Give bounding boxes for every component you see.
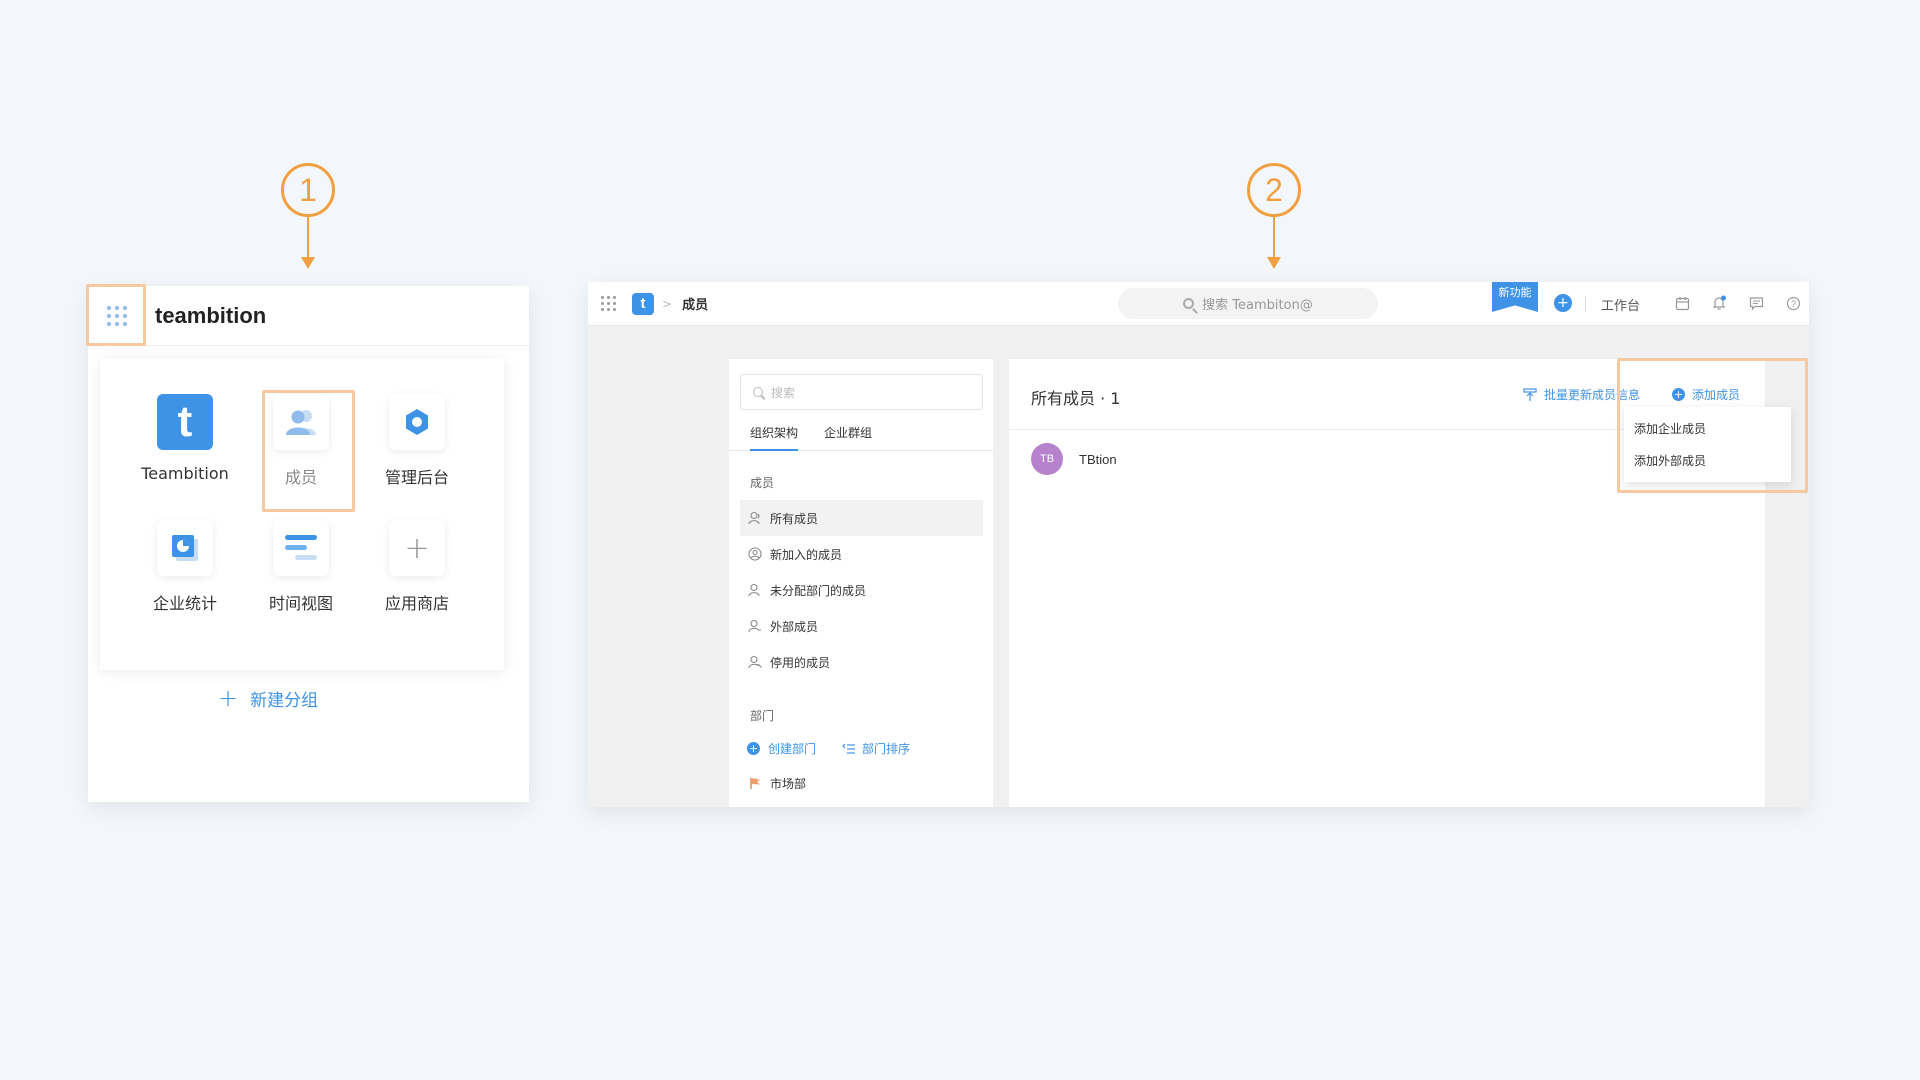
sidebar-item-all-members[interactable]: 所有成员 — [740, 500, 983, 536]
teambition-logo-icon[interactable]: t — [632, 292, 654, 315]
app-members[interactable]: 成员 — [243, 394, 359, 520]
grid-icon — [107, 305, 127, 326]
sidebar-item-external-members[interactable]: 外部成员 — [740, 608, 983, 644]
workbench-link[interactable]: 工作台 — [1601, 295, 1640, 314]
step-number-2: 2 — [1247, 163, 1301, 217]
sidebar-item-label: 新加入的成员 — [770, 547, 843, 562]
search-placeholder: 搜索 Teambiton@ — [1202, 298, 1313, 313]
sidebar-tabs: 组织架构 企业群组 — [729, 421, 993, 451]
page-title: 所有成员 · 1 — [1031, 389, 1121, 408]
upload-icon — [1523, 387, 1537, 401]
sidebar-item-label: 所有成员 — [770, 511, 819, 526]
section-members: 成员 — [750, 476, 775, 490]
app-store[interactable]: + 应用商店 — [359, 520, 475, 650]
sidebar-item-new-members[interactable]: 新加入的成员 — [740, 536, 983, 572]
batch-update-label: 批量更新成员信息 — [1544, 388, 1641, 402]
sidebar-item-disabled-members[interactable]: 停用的成员 — [740, 644, 983, 680]
svg-text:?: ? — [1790, 299, 1795, 309]
message-icon[interactable] — [1747, 294, 1765, 312]
app-grid-icon[interactable] — [601, 296, 616, 311]
person-icon — [748, 511, 760, 525]
sidebar-item-department[interactable]: 市场部 — [740, 765, 983, 801]
bell-icon[interactable] — [1710, 294, 1728, 312]
menu-item-add-enterprise-member[interactable]: 添加企业成员 — [1624, 413, 1791, 445]
department-actions: + 创建部门 部门排序 — [747, 740, 910, 757]
person-icon — [748, 583, 760, 597]
sidebar-item-label: 未分配部门的成员 — [770, 583, 867, 598]
sidebar-item-label: 停用的成员 — [770, 655, 831, 670]
new-member-icon — [748, 547, 762, 561]
timeline-icon — [273, 520, 329, 576]
statistics-icon — [157, 520, 213, 576]
sidebar-item-label: 市场部 — [770, 776, 807, 791]
app-teambition[interactable]: t Teambition — [127, 394, 243, 520]
flag-icon — [750, 778, 760, 789]
avatar: TB — [1031, 443, 1063, 475]
tab-org-structure[interactable]: 组织架构 — [750, 421, 799, 451]
plus-circle-icon: + — [747, 742, 760, 755]
app-grid-button[interactable] — [88, 286, 146, 346]
search-icon — [1183, 298, 1195, 309]
add-member-dropdown: 添加企业成员 添加外部成员 — [1624, 407, 1791, 482]
app-launcher-panel: teambition t Teambition 成员 管理后台 企业统计 时间视… — [88, 286, 529, 802]
admin-console-icon — [389, 394, 445, 450]
new-group-label: 新建分组 — [250, 690, 319, 711]
sidebar-item-unassigned-members[interactable]: 未分配部门的成员 — [740, 572, 983, 608]
new-feature-badge[interactable]: 新功能 — [1492, 282, 1538, 312]
global-search-input[interactable]: 搜索 Teambiton@ — [1118, 288, 1378, 319]
members-page-panel: t > 成员 搜索 Teambiton@ 新功能 + 工作台 ? 搜索 组织架构… — [588, 282, 1809, 807]
step-connector-2 — [1273, 217, 1275, 257]
sidebar-search-placeholder: 搜索 — [771, 385, 796, 400]
sidebar-search-input[interactable]: 搜索 — [740, 374, 983, 410]
teambition-logo-icon: t — [157, 394, 213, 450]
app-label: 成员 — [284, 468, 317, 487]
add-member-button[interactable]: + 添加成员 — [1672, 386, 1740, 403]
app-label: Teambition — [141, 464, 229, 483]
chevron-right-icon: > — [662, 296, 673, 311]
member-name: TBtion — [1079, 451, 1117, 467]
app-label: 企业统计 — [152, 594, 217, 613]
step-number-1: 1 — [281, 163, 335, 217]
plus-icon: + — [389, 520, 445, 576]
sort-icon — [842, 743, 856, 754]
batch-update-button[interactable]: 批量更新成员信息 — [1523, 386, 1640, 403]
sort-departments-button[interactable]: 部门排序 — [862, 740, 910, 757]
app-label: 应用商店 — [384, 594, 449, 613]
disabled-member-icon — [748, 655, 762, 669]
arrow-down-icon — [1267, 257, 1281, 269]
tab-enterprise-groups[interactable]: 企业群组 — [824, 421, 872, 451]
app-statistics[interactable]: 企业统计 — [127, 520, 243, 650]
brand-name: teambition — [155, 302, 267, 328]
create-department-button[interactable]: 创建部门 — [768, 740, 816, 757]
member-row[interactable]: TB TBtion — [1031, 443, 1117, 475]
member-sidebar: 搜索 组织架构 企业群组 成员 所有成员 新加入的成员 未分配部门的成员 外部成… — [729, 359, 993, 807]
plus-icon: + — [218, 684, 239, 712]
arrow-down-icon — [301, 257, 315, 269]
app-label: 管理后台 — [384, 468, 449, 487]
quick-add-button[interactable]: + — [1554, 294, 1572, 312]
breadcrumb-current: 成员 — [682, 298, 709, 313]
app-grid-card: t Teambition 成员 管理后台 企业统计 时间视图 + 应用商店 — [100, 358, 504, 670]
top-navigation-bar: t > 成员 搜索 Teambiton@ 新功能 + 工作台 ? — [588, 282, 1809, 326]
step-connector-1 — [307, 217, 309, 257]
external-member-icon — [748, 619, 761, 633]
add-member-label: 添加成员 — [1692, 388, 1741, 402]
menu-item-add-external-member[interactable]: 添加外部成员 — [1624, 445, 1791, 477]
members-icon — [273, 394, 329, 450]
plus-circle-icon: + — [1672, 388, 1685, 401]
app-timeline[interactable]: 时间视图 — [243, 520, 359, 650]
new-group-button[interactable]: + 新建分组 — [218, 684, 318, 712]
search-icon — [753, 387, 763, 397]
sidebar-item-label: 外部成员 — [770, 619, 819, 634]
step-marker-1: 1 — [278, 163, 338, 269]
help-icon[interactable]: ? — [1784, 294, 1802, 312]
app-admin-console[interactable]: 管理后台 — [359, 394, 475, 520]
step-marker-2: 2 — [1244, 163, 1304, 269]
app-label: 时间视图 — [268, 594, 333, 613]
toolbar-divider — [1585, 296, 1586, 312]
calendar-icon[interactable] — [1673, 294, 1691, 312]
launcher-header: teambition — [88, 286, 529, 346]
section-departments: 部门 — [750, 709, 775, 723]
